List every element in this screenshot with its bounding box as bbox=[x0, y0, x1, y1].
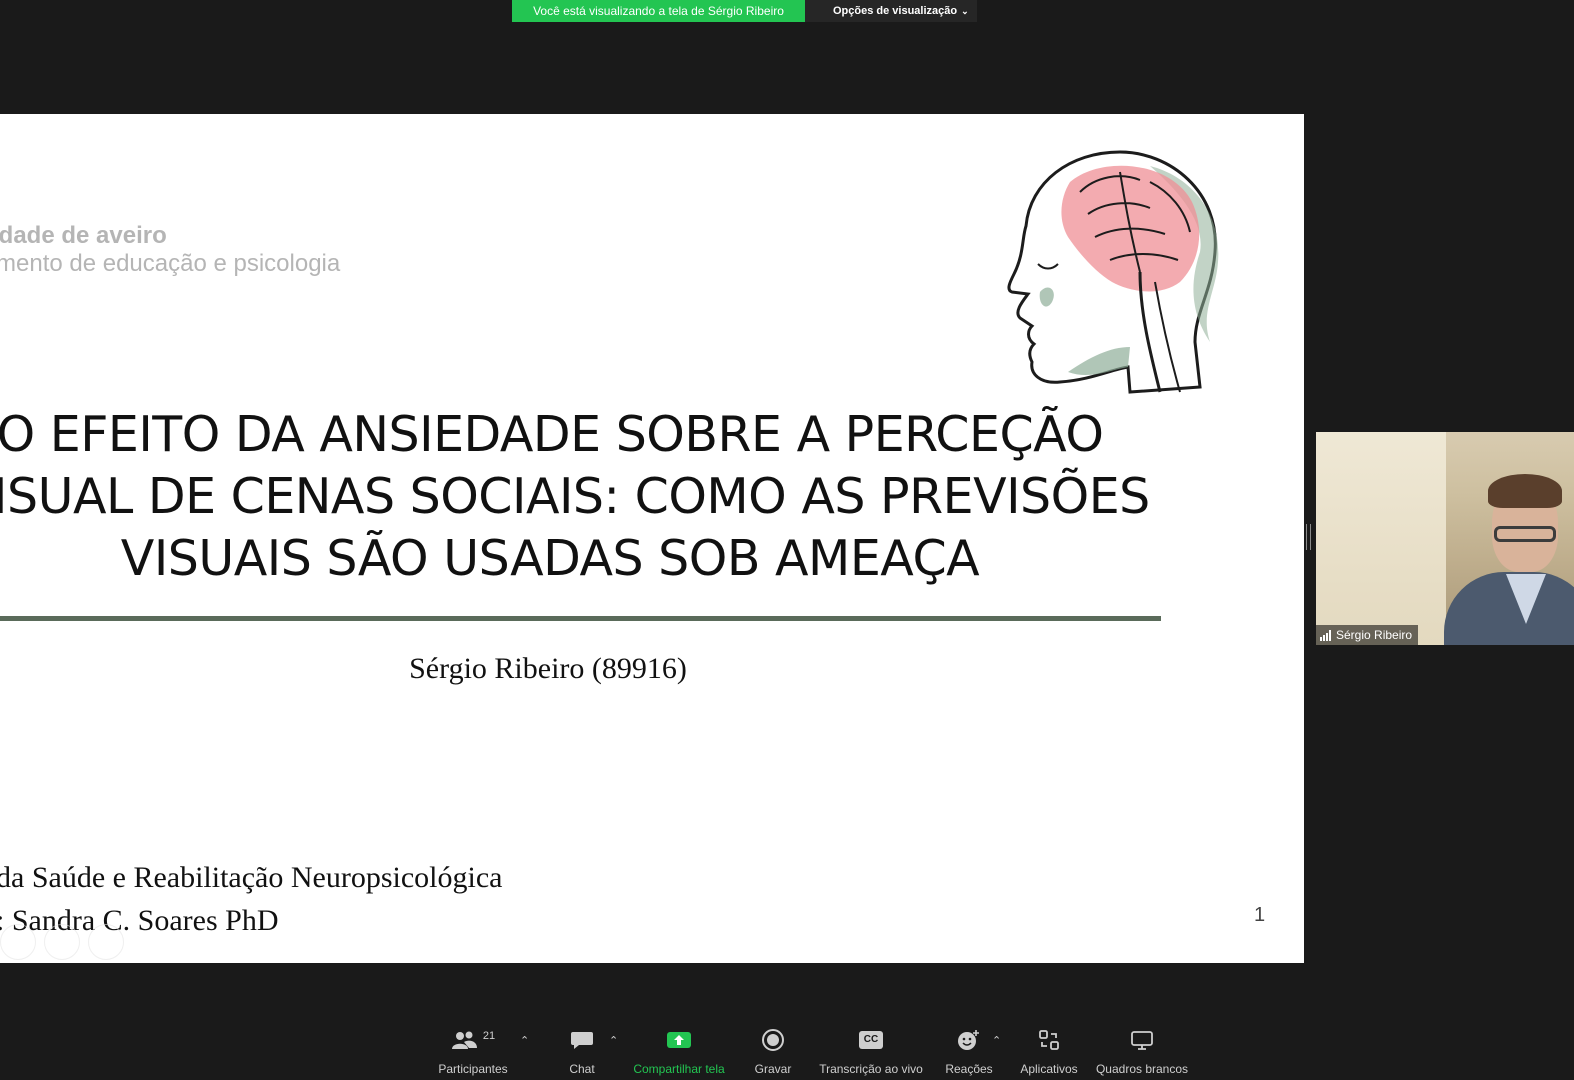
share-screen-icon bbox=[666, 1020, 692, 1060]
record-button[interactable]: Gravar bbox=[750, 1020, 796, 1080]
chevron-down-icon: ⌄ bbox=[961, 6, 969, 16]
chat-icon bbox=[570, 1020, 594, 1060]
slide-more-icon[interactable] bbox=[88, 924, 124, 960]
participants-button[interactable]: 21 Participantes bbox=[432, 1020, 514, 1080]
slide-program: da Saúde e Reabilitação Neuropsicológica bbox=[0, 861, 503, 894]
whiteboard-icon bbox=[1130, 1020, 1154, 1060]
closed-captions-icon: CC bbox=[859, 1020, 883, 1060]
university-name: idade de aveiro bbox=[0, 222, 167, 249]
reactions-caret-up-icon[interactable]: ⌃ bbox=[992, 1034, 1001, 1047]
slide-notes-icon[interactable] bbox=[0, 924, 36, 960]
participant-glasses bbox=[1494, 526, 1556, 542]
view-options-label: Opções de visualização bbox=[833, 5, 958, 17]
slide-page-number: 1 bbox=[1254, 904, 1266, 926]
title-line: VISUAIS SÃO USADAS SOB AMEAÇA bbox=[120, 530, 980, 587]
slide-title: O EFEITO DA ANSIEDADE SOBRE A PERCEÇÃO V… bbox=[0, 404, 1150, 590]
record-label: Gravar bbox=[754, 1062, 792, 1076]
apps-label: Aplicativos bbox=[1020, 1062, 1078, 1076]
participant-name: Sérgio Ribeiro bbox=[1336, 628, 1413, 642]
view-options-button[interactable]: Opções de visualização ⌄ bbox=[805, 0, 977, 22]
participants-label: Participantes bbox=[438, 1062, 508, 1076]
participants-caret-up-icon[interactable]: ⌃ bbox=[520, 1034, 529, 1047]
chat-label: Chat bbox=[569, 1062, 595, 1076]
shared-screen-slide: idade de aveiro mento de educação e psic… bbox=[0, 114, 1304, 963]
whiteboards-label: Quadros brancos bbox=[1095, 1062, 1189, 1076]
reactions-label: Reações bbox=[945, 1062, 993, 1076]
participant-hair bbox=[1488, 474, 1562, 508]
apps-icon bbox=[1038, 1020, 1060, 1060]
live-transcription-button[interactable]: CC Transcrição ao vivo bbox=[816, 1020, 926, 1080]
signal-strength-icon bbox=[1320, 629, 1331, 641]
live-transcription-label: Transcrição ao vivo bbox=[819, 1062, 923, 1076]
video-background bbox=[1316, 432, 1446, 645]
title-line: VISUAL DE CENAS SOCIAIS: COMO AS PREVISÕ… bbox=[0, 468, 1150, 525]
participant-video-tile[interactable]: Sérgio Ribeiro bbox=[1316, 432, 1574, 645]
participant-name-tag: Sérgio Ribeiro bbox=[1316, 625, 1419, 645]
participant-body bbox=[1444, 572, 1574, 645]
slide-author: Sérgio Ribeiro (89916) bbox=[409, 652, 687, 685]
apps-button[interactable]: Aplicativos bbox=[1016, 1020, 1082, 1080]
record-icon bbox=[762, 1020, 784, 1060]
brain-head-illustration bbox=[1007, 150, 1219, 394]
chat-caret-up-icon[interactable]: ⌃ bbox=[609, 1034, 618, 1047]
screen-share-banner: Você está visualizando a tela de Sérgio … bbox=[512, 0, 977, 22]
cc-badge: CC bbox=[859, 1031, 883, 1049]
participants-icon: 21 bbox=[451, 1020, 495, 1060]
title-divider bbox=[0, 616, 1161, 621]
title-line: O EFEITO DA ANSIEDADE SOBRE A PERCEÇÃO bbox=[0, 406, 1104, 463]
slide-controls bbox=[0, 924, 124, 960]
department-name: mento de educação e psicologia bbox=[0, 250, 341, 277]
viewing-screen-indicator: Você está visualizando a tela de Sérgio … bbox=[512, 0, 805, 22]
share-screen-button[interactable]: Compartilhar tela bbox=[630, 1020, 728, 1080]
meeting-toolbar: 21 Participantes ⌃ Chat ⌃ Compartilhar t… bbox=[0, 1020, 1574, 1080]
reactions-icon bbox=[957, 1020, 981, 1060]
participants-count: 21 bbox=[482, 1030, 496, 1042]
whiteboards-button[interactable]: Quadros brancos bbox=[1094, 1020, 1190, 1080]
slide-pointer-icon[interactable] bbox=[44, 924, 80, 960]
panel-resize-handle[interactable] bbox=[1306, 524, 1311, 550]
chat-button[interactable]: Chat bbox=[560, 1020, 604, 1080]
reactions-button[interactable]: Reações bbox=[944, 1020, 994, 1080]
share-screen-label: Compartilhar tela bbox=[633, 1062, 725, 1076]
